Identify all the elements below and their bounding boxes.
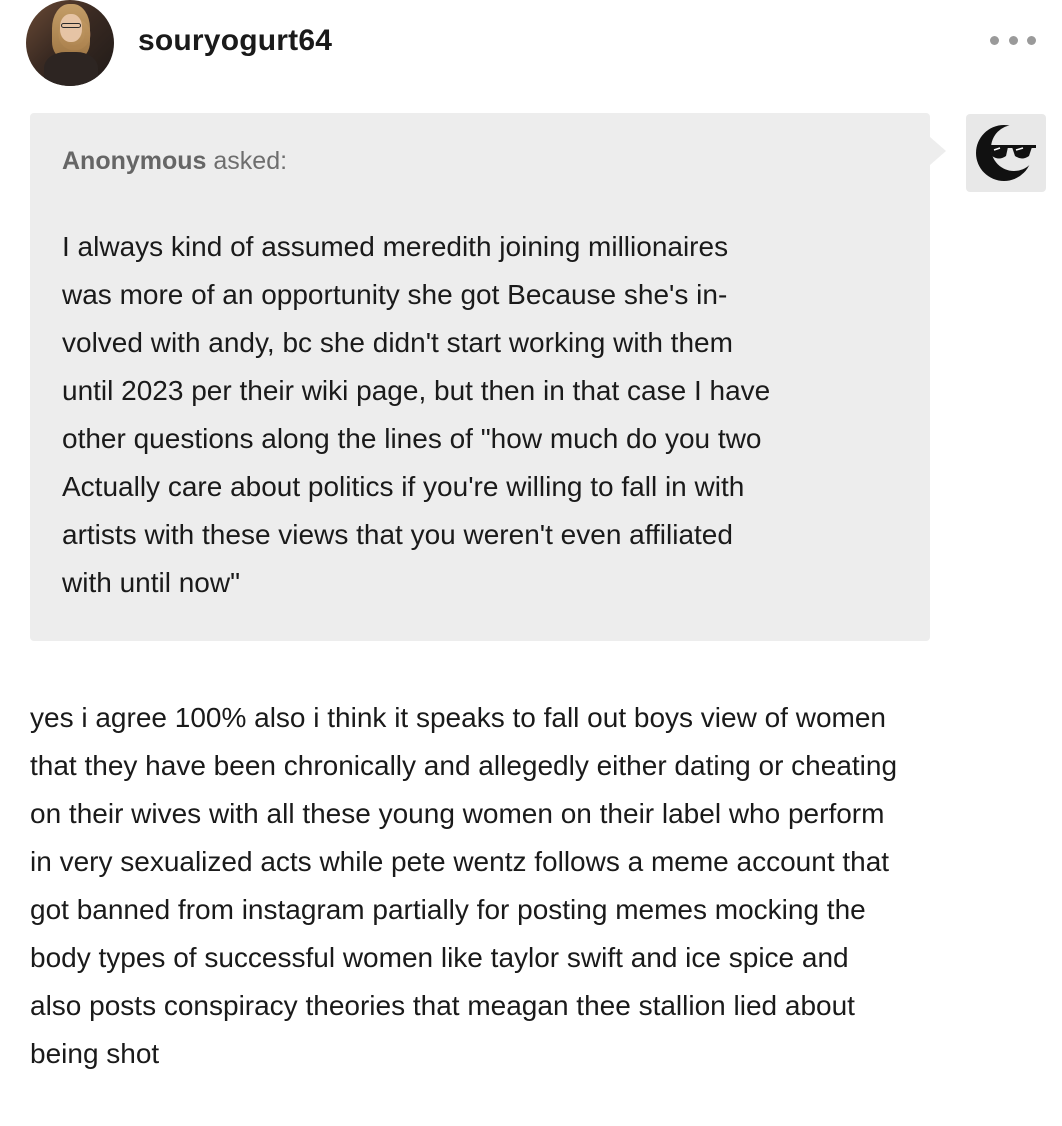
question-line: until 2023 per their wiki page, but then…: [62, 375, 771, 406]
more-options-icon[interactable]: [990, 28, 1036, 52]
ask-bubble: Anonymous asked: I always kind of assume…: [30, 113, 946, 641]
avatar-glasses: [61, 23, 81, 28]
question-line: other questions along the lines of "how …: [62, 423, 762, 454]
avatar-face: [60, 14, 82, 42]
answer-line: in very sexualized acts while pete wentz…: [30, 846, 890, 877]
post-header: souryogurt64: [0, 0, 1062, 90]
question-line: artists with these views that you weren'…: [62, 519, 733, 550]
question-line: was more of an opportunity she got Becau…: [62, 279, 728, 310]
question-line: Actually care about politics if you're w…: [62, 471, 745, 502]
asker-name: Anonymous: [62, 147, 207, 175]
more-dot: [1027, 35, 1036, 45]
answer-line: also posts conspiracy theories that meag…: [30, 990, 855, 1021]
question-line: with until now": [62, 567, 241, 598]
question-line: volved with andy, bc she didn't start wo…: [62, 327, 733, 358]
more-dot: [1008, 35, 1018, 45]
answer-text: yes i agree 100% also i think it speaks …: [30, 694, 1050, 1078]
answer-line: body types of successful women like tayl…: [30, 942, 849, 973]
user-avatar[interactable]: [26, 0, 114, 86]
asked-label: asked:: [206, 147, 288, 175]
asked-line: Anonymous asked:: [62, 147, 287, 176]
answer-line: yes i agree 100% also i think it speaks …: [30, 702, 886, 733]
username-link[interactable]: souryogurt64: [138, 24, 332, 58]
more-dot: [990, 35, 999, 45]
avatar-body: [44, 52, 98, 86]
answer-line: got banned from instagram partially for …: [30, 894, 866, 925]
anonymous-avatar[interactable]: [966, 114, 1046, 192]
answer-line: that they have been chronically and alle…: [30, 750, 898, 781]
answer-line: on their wives with all these young wome…: [30, 798, 885, 829]
anonymous-sunglasses-moon-icon: [976, 125, 1037, 181]
question-line: I always kind of assumed meredith joinin…: [62, 231, 729, 262]
question-text: I always kind of assumed meredith joinin…: [62, 223, 912, 607]
answer-line: being shot: [30, 1038, 160, 1069]
